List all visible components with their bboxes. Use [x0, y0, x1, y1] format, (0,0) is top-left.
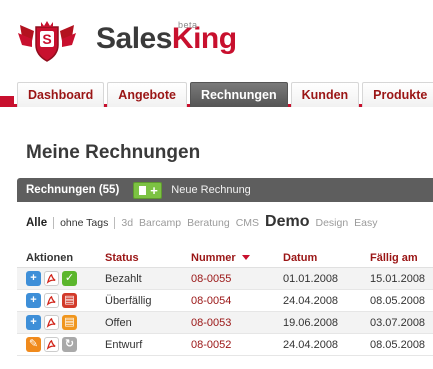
status-cell: Entwurf	[105, 338, 143, 351]
date-cell: 24.04.2008	[283, 294, 339, 307]
header: S SalesKing beta	[0, 0, 433, 70]
status-cell: Überfällig	[105, 294, 152, 307]
invoice-number-link[interactable]: 08-0052	[191, 339, 283, 351]
header-number[interactable]: Nummer	[191, 252, 283, 264]
plus-icon[interactable]: +	[26, 315, 41, 330]
check-icon[interactable]: ✓	[62, 271, 77, 286]
refresh-grey-icon[interactable]: ↻	[62, 337, 77, 352]
new-invoice-label: Neue Rechnung	[171, 184, 251, 196]
tab-produkte[interactable]: Produkte	[362, 82, 433, 107]
due-cell: 03.07.2008	[370, 316, 426, 329]
tag-item[interactable]: 3d	[121, 217, 133, 229]
pdf-icon[interactable]	[44, 271, 59, 286]
due-cell: 08.05.2008	[370, 294, 426, 307]
pdf-icon[interactable]	[44, 337, 59, 352]
row-actions: + ▤	[17, 293, 105, 308]
svg-text:S: S	[42, 31, 51, 47]
new-document-plus-icon: +	[133, 181, 163, 199]
tag-divider	[53, 217, 55, 229]
row-actions: + ✓	[17, 271, 105, 286]
tab-angebote[interactable]: Angebote	[107, 82, 187, 107]
invoice-table: Aktionen Status Nummer Datum Fällig am +…	[17, 248, 433, 356]
invoice-number-link[interactable]: 08-0055	[191, 273, 283, 285]
brand-name: SalesKing	[96, 22, 237, 55]
status-cell: Bezahlt	[105, 272, 142, 285]
invoice-number-link[interactable]: 08-0053	[191, 317, 283, 329]
due-cell: 15.01.2008	[370, 272, 426, 285]
table-row[interactable]: + ▤ Überfällig 08-0054 24.04.2008 08.05.…	[17, 290, 433, 312]
plus-icon[interactable]: +	[26, 271, 41, 286]
page-title: Meine Rechnungen	[26, 142, 201, 163]
tag-item[interactable]: Easy	[354, 217, 377, 229]
wrench-icon[interactable]: ✎	[26, 337, 41, 352]
tag-item[interactable]: CMS	[236, 217, 259, 229]
pdf-icon[interactable]	[44, 315, 59, 330]
header-due[interactable]: Fällig am	[370, 252, 433, 264]
invoice-number-link[interactable]: 08-0054	[191, 295, 283, 307]
tab-rechnungen[interactable]: Rechnungen	[189, 82, 288, 107]
tag-all[interactable]: Alle	[26, 217, 47, 229]
header-actions: Aktionen	[26, 251, 74, 264]
header-status[interactable]: Status	[105, 252, 191, 264]
beta-badge: beta	[178, 20, 198, 30]
tag-item[interactable]: Barcamp	[139, 217, 181, 229]
pdf-icon[interactable]	[44, 293, 59, 308]
invoice-count-label: Rechnungen (55)	[26, 184, 120, 196]
tag-item[interactable]: Beratung	[187, 217, 230, 229]
invoice-red-icon[interactable]: ▤	[62, 293, 77, 308]
table-row[interactable]: + ▤ Offen 08-0053 19.06.2008 03.07.2008	[17, 312, 433, 334]
saleskiing-logo-icon[interactable]: S	[16, 17, 78, 63]
header-date[interactable]: Datum	[283, 252, 370, 264]
plus-icon[interactable]: +	[26, 293, 41, 308]
invoice-orange-icon[interactable]: ▤	[62, 315, 77, 330]
date-cell: 24.04.2008	[283, 338, 339, 351]
tag-filter: Alle ohne Tags 3d Barcamp Beratung CMS D…	[26, 213, 384, 233]
sort-desc-icon	[241, 255, 250, 261]
invoice-toolbar: Rechnungen (55) + Neue Rechnung	[17, 178, 433, 202]
table-header: Aktionen Status Nummer Datum Fällig am	[17, 248, 433, 268]
table-row[interactable]: ✎ ↻ Entwurf 08-0052 24.04.2008 08.05.200…	[17, 334, 433, 356]
date-cell: 19.06.2008	[283, 316, 339, 329]
due-cell: 08.05.2008	[370, 338, 426, 351]
tag-no-tags[interactable]: ohne Tags	[60, 217, 108, 229]
row-actions: + ▤	[17, 315, 105, 330]
tag-demo[interactable]: Demo	[265, 213, 309, 231]
date-cell: 01.01.2008	[283, 272, 339, 285]
tab-dashboard[interactable]: Dashboard	[17, 82, 105, 107]
main-nav: Dashboard Angebote Rechnungen Kunden Pro…	[17, 82, 433, 107]
status-cell: Offen	[105, 316, 132, 329]
table-row[interactable]: + ✓ Bezahlt 08-0055 01.01.2008 15.01.200…	[17, 268, 433, 290]
row-actions: ✎ ↻	[17, 337, 105, 352]
tab-kunden[interactable]: Kunden	[290, 82, 360, 107]
tag-divider	[114, 217, 116, 229]
tag-item[interactable]: Design	[315, 217, 348, 229]
new-invoice-button[interactable]: + Neue Rechnung	[133, 181, 251, 199]
